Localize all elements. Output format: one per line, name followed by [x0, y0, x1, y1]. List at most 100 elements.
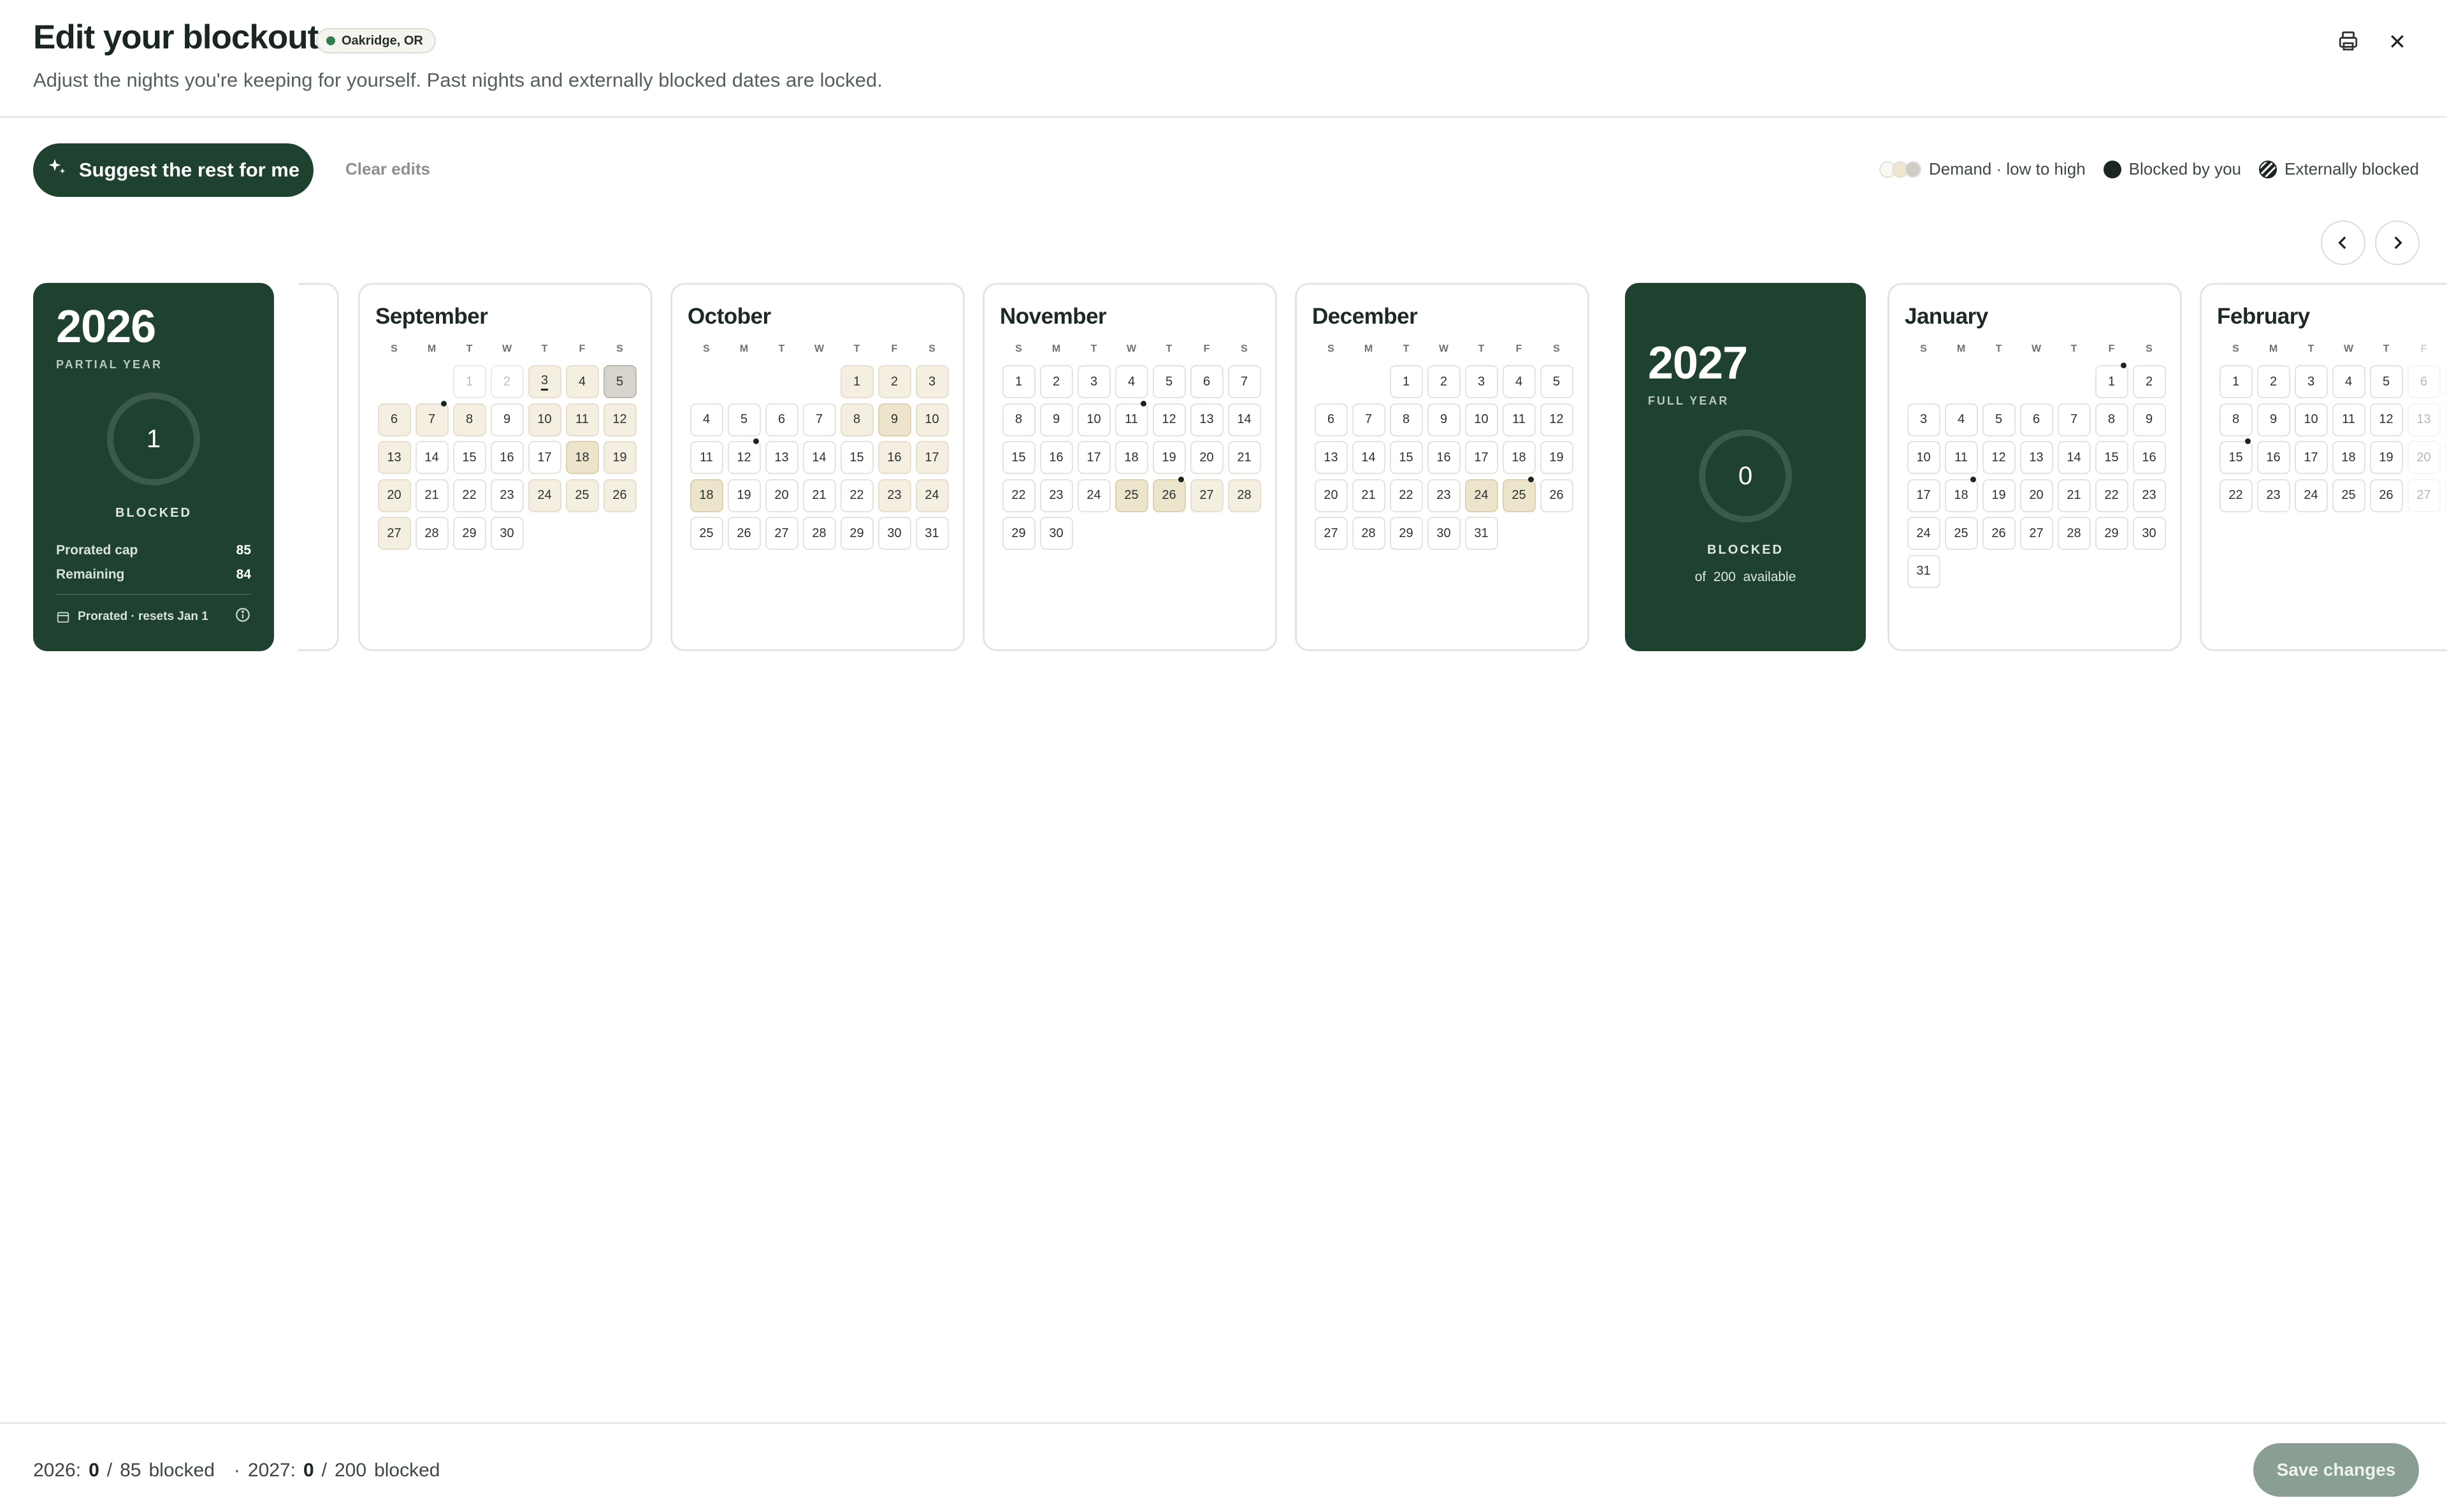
day-cell[interactable]: 20 — [377, 479, 411, 512]
day-cell[interactable]: 11 — [2332, 403, 2365, 436]
day-cell[interactable]: 29 — [2095, 517, 2128, 550]
day-cell[interactable]: 4 — [565, 365, 599, 398]
day-cell[interactable]: 22 — [840, 479, 874, 512]
day-cell[interactable]: 5 — [1982, 403, 2016, 436]
day-cell[interactable]: 10 — [915, 403, 949, 436]
day-cell[interactable]: 21 — [415, 479, 449, 512]
day-cell[interactable]: 20 — [2019, 479, 2053, 512]
day-cell[interactable]: 14 — [1352, 441, 1385, 474]
day-cell[interactable]: 4 — [1502, 365, 1536, 398]
day-cell[interactable]: 10 — [2294, 403, 2328, 436]
day-cell[interactable]: 21 — [1227, 441, 1261, 474]
save-changes-button[interactable]: Save changes — [2253, 1443, 2419, 1497]
day-cell[interactable]: 31 — [915, 517, 949, 550]
suggest-button[interactable]: Suggest the rest for me — [33, 143, 314, 197]
day-cell[interactable]: 8 — [840, 403, 874, 436]
clear-edits-button[interactable]: Clear edits — [345, 159, 430, 179]
day-cell[interactable]: 13 — [2019, 441, 2053, 474]
day-cell[interactable]: 16 — [490, 441, 524, 474]
day-cell[interactable]: 28 — [2057, 517, 2091, 550]
day-cell[interactable]: 26 — [1540, 479, 1573, 512]
day-cell[interactable]: 30 — [2132, 517, 2166, 550]
day-cell[interactable]: 17 — [528, 441, 561, 474]
day-cell[interactable]: 26 — [603, 479, 637, 512]
day-cell[interactable]: 23 — [2132, 479, 2166, 512]
day-cell[interactable]: 12 — [603, 403, 637, 436]
day-cell[interactable]: 30 — [877, 517, 911, 550]
day-cell[interactable]: 17 — [1464, 441, 1498, 474]
day-cell[interactable]: 27 — [1190, 479, 1224, 512]
day-cell[interactable]: 8 — [2095, 403, 2128, 436]
day-cell[interactable]: 3 — [1077, 365, 1111, 398]
day-cell[interactable]: 1 — [2095, 363, 2128, 398]
day-cell[interactable]: 29 — [1389, 517, 1423, 550]
day-cell[interactable]: 25 — [1502, 476, 1536, 512]
day-cell[interactable]: 6 — [2019, 403, 2053, 436]
day-cell[interactable]: 1 — [1389, 365, 1423, 398]
day-cell[interactable]: 20 — [1314, 479, 1348, 512]
day-cell[interactable]: 24 — [915, 479, 949, 512]
day-cell[interactable]: 17 — [2294, 441, 2328, 474]
day-cell[interactable]: 9 — [490, 403, 524, 436]
day-cell[interactable]: 5 — [603, 365, 637, 398]
day-cell[interactable]: 17 — [1077, 441, 1111, 474]
day-cell[interactable]: 19 — [2369, 441, 2403, 474]
day-cell[interactable]: 7 — [415, 400, 449, 436]
day-cell[interactable]: 24 — [2294, 479, 2328, 512]
day-cell[interactable]: 10 — [1907, 441, 1940, 474]
day-cell[interactable]: 29 — [1002, 517, 1036, 550]
day-cell[interactable]: 14 — [2057, 441, 2091, 474]
day-cell[interactable]: 7 — [1352, 403, 1385, 436]
day-cell[interactable]: 15 — [1002, 441, 1036, 474]
day-cell[interactable]: 25 — [1944, 517, 1978, 550]
day-cell[interactable]: 2 — [877, 365, 911, 398]
day-cell[interactable]: 15 — [840, 441, 874, 474]
day-cell[interactable]: 28 — [1352, 517, 1385, 550]
day-cell[interactable]: 31 — [1464, 517, 1498, 550]
day-cell[interactable]: 6 — [377, 403, 411, 436]
day-cell[interactable]: 3 — [2294, 365, 2328, 398]
day-cell[interactable]: 19 — [1540, 441, 1573, 474]
day-cell[interactable]: 11 — [565, 403, 599, 436]
print-icon[interactable] — [2332, 25, 2364, 57]
day-cell[interactable]: 12 — [2369, 403, 2403, 436]
day-cell[interactable]: 7 — [802, 403, 836, 436]
day-cell[interactable]: 30 — [1039, 517, 1073, 550]
day-cell[interactable]: 16 — [2256, 441, 2290, 474]
day-cell[interactable]: 9 — [1427, 403, 1461, 436]
day-cell[interactable]: 8 — [1389, 403, 1423, 436]
day-cell[interactable]: 3 — [528, 365, 561, 398]
day-cell[interactable]: 28 — [415, 517, 449, 550]
day-cell[interactable]: 14 — [2444, 403, 2447, 436]
day-cell[interactable]: 8 — [452, 403, 486, 436]
day-cell[interactable]: 19 — [727, 479, 761, 512]
day-cell[interactable]: 6 — [765, 403, 798, 436]
day-cell[interactable]: 18 — [689, 479, 723, 512]
close-icon[interactable] — [2381, 25, 2413, 57]
day-cell[interactable]: 20 — [765, 479, 798, 512]
day-cell[interactable]: 16 — [2132, 441, 2166, 474]
day-cell[interactable]: 5 — [727, 403, 761, 436]
day-cell[interactable]: 10 — [1464, 403, 1498, 436]
day-cell[interactable]: 21 — [2444, 441, 2447, 474]
day-cell[interactable]: 18 — [1115, 441, 1148, 474]
day-cell[interactable]: 18 — [565, 441, 599, 474]
day-cell[interactable]: 21 — [1352, 479, 1385, 512]
day-cell[interactable]: 28 — [2444, 479, 2447, 512]
day-cell[interactable]: 2 — [2256, 365, 2290, 398]
day-cell[interactable]: 16 — [1427, 441, 1461, 474]
day-cell[interactable]: 24 — [1077, 479, 1111, 512]
day-cell[interactable]: 16 — [877, 441, 911, 474]
day-cell[interactable]: 11 — [1944, 441, 1978, 474]
day-cell[interactable]: 15 — [1389, 441, 1423, 474]
day-cell[interactable]: 5 — [1540, 365, 1573, 398]
day-cell[interactable]: 3 — [915, 365, 949, 398]
day-cell[interactable]: 6 — [1314, 403, 1348, 436]
day-cell[interactable]: 23 — [490, 479, 524, 512]
day-cell[interactable]: 28 — [1227, 479, 1261, 512]
day-cell[interactable]: 25 — [689, 517, 723, 550]
day-cell[interactable]: 27 — [765, 517, 798, 550]
day-cell[interactable]: 23 — [877, 479, 911, 512]
day-cell[interactable]: 17 — [1907, 479, 1940, 512]
day-cell[interactable]: 9 — [2256, 403, 2290, 436]
